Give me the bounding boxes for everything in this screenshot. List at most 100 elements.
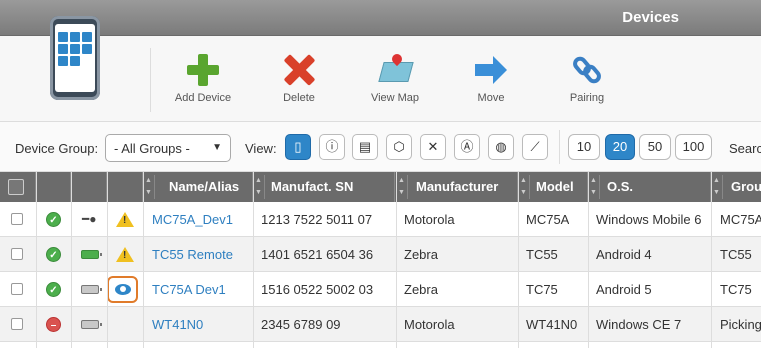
ruler-icon[interactable]: ⟋ bbox=[522, 134, 548, 160]
device-manufacturer: Zebra bbox=[404, 282, 438, 297]
move-arrow-icon bbox=[475, 54, 507, 86]
column-divider bbox=[518, 172, 519, 348]
sort-os-icon[interactable]: ▲ ▼ bbox=[588, 175, 600, 199]
device-group: TC55 bbox=[720, 247, 752, 262]
page-size-100[interactable]: 100 bbox=[675, 134, 712, 160]
toolbar-divider bbox=[150, 48, 151, 112]
view-map-button[interactable]: View Map bbox=[355, 44, 435, 114]
column-header-model[interactable]: Model bbox=[536, 172, 588, 202]
device-model: WT41N0 bbox=[526, 317, 578, 332]
warning-icon[interactable]: ! bbox=[116, 247, 134, 262]
filter-divider bbox=[559, 130, 560, 164]
device-name-link[interactable]: TC55 Remote bbox=[152, 237, 233, 272]
antenna-icon[interactable]: Ⓐ bbox=[454, 134, 480, 160]
info-icon[interactable]: ⓘ bbox=[319, 134, 345, 160]
device-model: TC75 bbox=[526, 282, 558, 297]
device-manufacturer: Zebra bbox=[404, 247, 438, 262]
column-divider bbox=[143, 172, 144, 348]
battery-icon bbox=[81, 320, 102, 329]
view-label: View: bbox=[245, 141, 277, 156]
device-group-select[interactable]: - All Groups - ▼ bbox=[105, 134, 231, 162]
device-group-label: Device Group: bbox=[15, 141, 99, 156]
device-name-link[interactable]: TC75A Dev1 bbox=[152, 272, 226, 307]
page-size-20[interactable]: 20 bbox=[605, 134, 635, 160]
power-header bbox=[71, 172, 107, 202]
column-header-sn[interactable]: Manufact. SN bbox=[271, 172, 395, 202]
check-status-icon: ✓ bbox=[46, 212, 61, 227]
move-button[interactable]: Move bbox=[451, 44, 531, 114]
column-divider bbox=[588, 172, 589, 348]
package-icon[interactable]: ⬡ bbox=[386, 134, 412, 160]
column-header-manufacturer[interactable]: Manufacturer bbox=[416, 172, 518, 202]
device-os: Windows CE 7 bbox=[596, 317, 682, 332]
warning-icon[interactable]: ! bbox=[116, 212, 134, 227]
device-model: MC75A bbox=[526, 212, 570, 227]
battery-full-icon bbox=[81, 250, 102, 259]
add-device-button[interactable]: Add Device bbox=[163, 44, 243, 114]
page-size-10[interactable]: 10 bbox=[568, 134, 600, 160]
column-header-os[interactable]: O.S. bbox=[607, 172, 711, 202]
row-checkbox[interactable] bbox=[11, 213, 23, 225]
device-os: Android 5 bbox=[596, 282, 652, 297]
delete-icon bbox=[283, 54, 316, 86]
tools-icon[interactable]: ✕ bbox=[420, 134, 446, 160]
sort-manufacturer-icon[interactable]: ▲ ▼ bbox=[396, 175, 408, 199]
column-divider bbox=[36, 172, 37, 348]
pairing-button[interactable]: Pairing bbox=[547, 44, 627, 114]
add-icon bbox=[187, 54, 219, 86]
battery-icon bbox=[81, 285, 102, 294]
device-manufacturer: Motorola bbox=[404, 317, 455, 332]
gps-icon[interactable]: ◍ bbox=[488, 134, 514, 160]
device-view-icon[interactable]: ▯ bbox=[285, 134, 311, 160]
status-header bbox=[36, 172, 71, 202]
document-icon[interactable]: ▤ bbox=[352, 134, 378, 160]
device-manufacturer: Motorola bbox=[404, 212, 455, 227]
column-header-group[interactable]: Grou bbox=[731, 172, 761, 202]
row-checkbox[interactable] bbox=[11, 318, 23, 330]
device-logo-icon bbox=[50, 16, 100, 100]
table-row[interactable]: ✓ ━● ! MC75A_Dev1 1213 7522 5011 07 Moto… bbox=[0, 202, 761, 237]
device-name-link[interactable]: MC75A_Dev1 bbox=[152, 202, 233, 237]
device-os: Windows Mobile 6 bbox=[596, 212, 702, 227]
device-model: TC55 bbox=[526, 247, 558, 262]
select-all-header[interactable] bbox=[0, 172, 36, 202]
sort-name-icon[interactable]: ▲ ▼ bbox=[143, 175, 155, 199]
table-row[interactable]: ✓ ! TC55 Remote 1401 6521 6504 36 Zebra … bbox=[0, 237, 761, 272]
eye-icon[interactable] bbox=[107, 276, 138, 303]
device-name-link[interactable]: WT41N0 bbox=[152, 307, 203, 342]
sort-sn-icon[interactable]: ▲ ▼ bbox=[253, 175, 265, 199]
column-divider bbox=[711, 172, 712, 348]
device-group: TC75 bbox=[720, 282, 752, 297]
column-divider bbox=[396, 172, 397, 348]
delete-button[interactable]: Delete bbox=[259, 44, 339, 114]
title-bar: Devices bbox=[0, 0, 761, 36]
column-divider bbox=[107, 172, 108, 348]
page-title: Devices bbox=[622, 9, 679, 26]
sort-model-icon[interactable]: ▲ ▼ bbox=[518, 175, 530, 199]
device-sn: 1213 7522 5011 07 bbox=[261, 212, 373, 227]
row-checkbox[interactable] bbox=[11, 248, 23, 260]
device-group: Picking bbox=[720, 317, 761, 332]
table-row[interactable]: ✓ TC75A Dev1 1516 0522 5002 03 Zebra TC7… bbox=[0, 272, 761, 307]
column-header-name[interactable]: Name/Alias bbox=[156, 172, 253, 202]
device-sn: 1401 6521 6504 36 bbox=[261, 247, 374, 262]
search-label: Searc bbox=[729, 141, 761, 156]
device-sn: 2345 6789 09 bbox=[261, 317, 341, 332]
page-size-50[interactable]: 50 bbox=[639, 134, 671, 160]
sort-group-icon[interactable]: ▲ ▼ bbox=[711, 175, 723, 199]
plug-icon: ━● bbox=[82, 212, 97, 226]
column-divider bbox=[253, 172, 254, 348]
check-status-icon: ✓ bbox=[46, 247, 61, 262]
map-icon bbox=[378, 51, 414, 86]
device-os: Android 4 bbox=[596, 247, 652, 262]
alert-header bbox=[107, 172, 143, 202]
check-status-icon: ✓ bbox=[46, 282, 61, 297]
error-status-icon: – bbox=[46, 317, 61, 332]
table-header: ▲ ▼ Name/Alias ▲ ▼ Manufact. SN ▲ ▼ Manufac… bbox=[0, 172, 761, 202]
device-sn: 1516 0522 5002 03 bbox=[261, 282, 374, 297]
table-row[interactable]: – WT41N0 2345 6789 09 Motorola WT41N0 Wi… bbox=[0, 307, 761, 342]
row-checkbox[interactable] bbox=[11, 283, 23, 295]
toolbar: Add Device Delete View Map Move Pairing bbox=[0, 16, 761, 122]
device-group: MC75A bbox=[720, 212, 761, 227]
pairing-link-icon bbox=[570, 53, 604, 87]
